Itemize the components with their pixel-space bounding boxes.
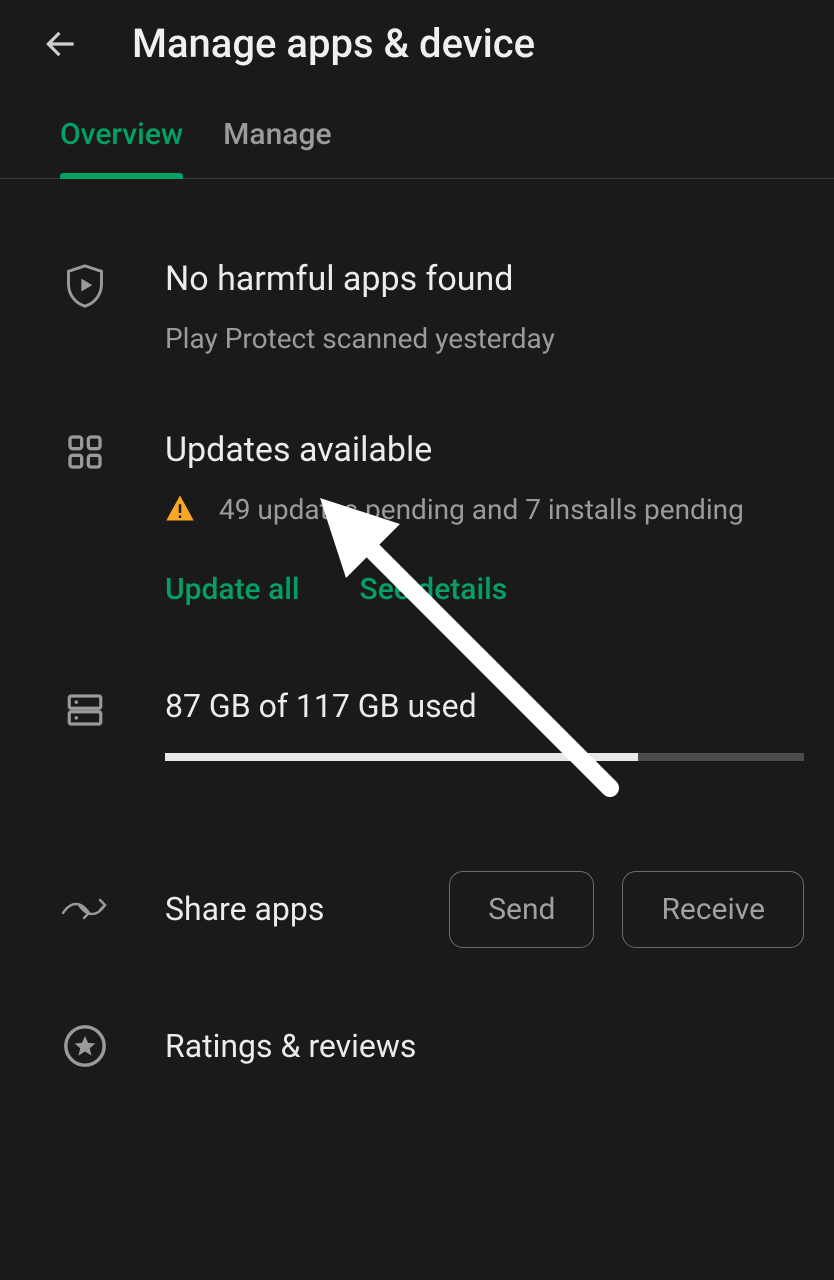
header: Manage apps & device <box>0 0 834 97</box>
tab-overview[interactable]: Overview <box>60 117 183 178</box>
protect-title: No harmful apps found <box>165 259 804 299</box>
storage-progress <box>165 753 804 761</box>
updates-title: Updates available <box>165 430 804 470</box>
send-button[interactable]: Send <box>449 871 594 948</box>
storage-section[interactable]: 87 GB of 117 GB used <box>60 627 804 781</box>
share-icon <box>60 892 110 926</box>
share-section: Share apps Send Receive <box>60 781 804 968</box>
tab-manage[interactable]: Manage <box>223 117 331 178</box>
update-all-button[interactable]: Update all <box>165 572 300 607</box>
share-label: Share apps <box>165 890 324 928</box>
content: No harmful apps found Play Protect scann… <box>0 179 834 1079</box>
updates-subtitle: 49 updates pending and 7 installs pendin… <box>219 488 744 531</box>
updates-section[interactable]: Updates available 49 updates pending and… <box>60 380 804 626</box>
receive-button[interactable]: Receive <box>622 871 804 948</box>
storage-progress-fill <box>165 753 638 761</box>
page-title: Manage apps & device <box>132 20 535 67</box>
tabs: Overview Manage <box>0 97 834 179</box>
protect-section[interactable]: No harmful apps found Play Protect scann… <box>60 209 804 380</box>
see-details-button[interactable]: See details <box>360 572 508 607</box>
shield-play-icon <box>60 259 110 311</box>
back-arrow-icon <box>42 25 80 63</box>
storage-label: 87 GB of 117 GB used <box>165 687 804 725</box>
warning-icon <box>165 488 197 526</box>
ratings-label: Ratings & reviews <box>165 1027 416 1065</box>
apps-grid-icon <box>60 430 110 472</box>
ratings-section[interactable]: Ratings & reviews <box>60 968 804 1079</box>
back-button[interactable] <box>40 23 82 65</box>
updates-actions: Update all See details <box>165 572 804 607</box>
storage-icon <box>60 687 110 731</box>
protect-subtitle: Play Protect scanned yesterday <box>165 317 804 360</box>
star-circle-icon <box>60 1023 110 1069</box>
